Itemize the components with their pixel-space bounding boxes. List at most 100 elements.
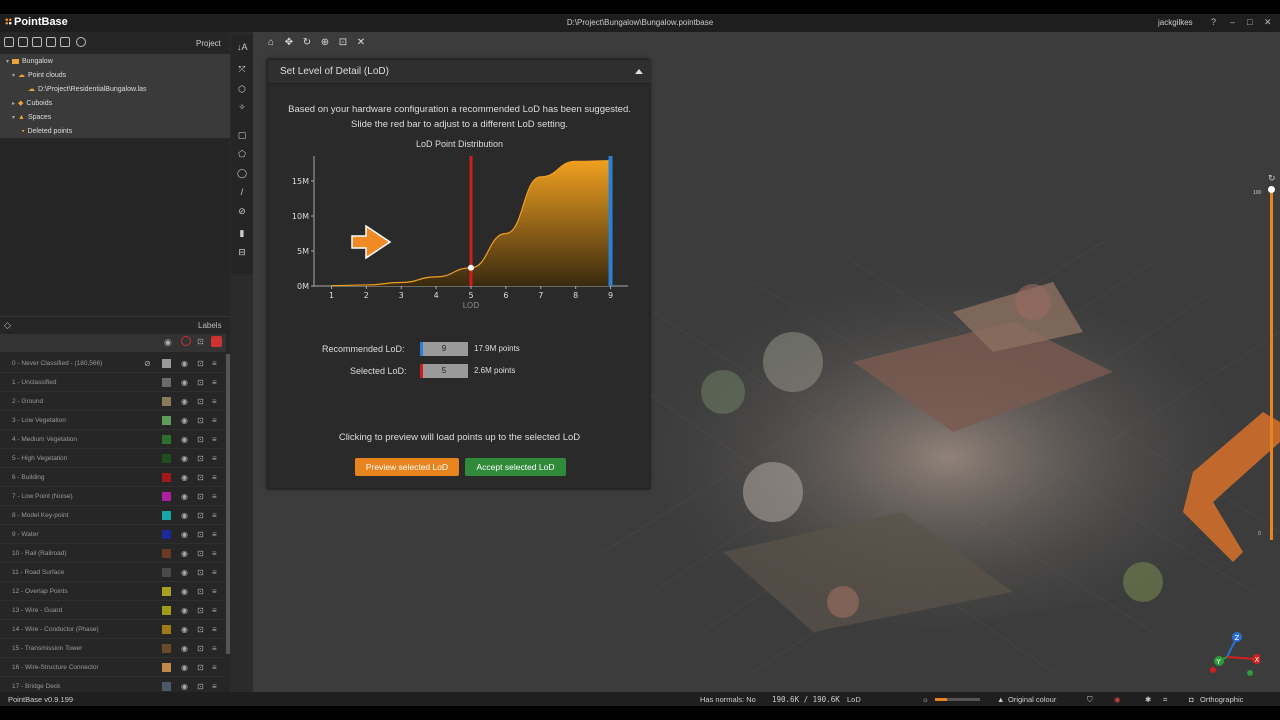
lock-icon[interactable]: ⊡ xyxy=(197,411,204,430)
menu-icon[interactable]: ≡ xyxy=(212,601,217,620)
magic-icon[interactable]: ✧ xyxy=(237,102,247,112)
sort-icon[interactable]: ↓A xyxy=(237,42,248,52)
lock-icon[interactable]: ⊡ xyxy=(197,639,204,658)
label-color-swatch[interactable] xyxy=(162,492,171,501)
label-row[interactable]: 4 - Medium Vegetation ◉ ⊡ ≡ xyxy=(0,430,226,449)
label-row[interactable]: 1 - Unclassified ◉ ⊡ ≡ xyxy=(0,373,226,392)
label-color-swatch[interactable] xyxy=(162,625,171,634)
eye-icon[interactable]: ◉ xyxy=(181,468,188,487)
labels-scrollbar[interactable] xyxy=(226,354,230,654)
label-row[interactable]: 11 - Road Surface ◉ ⊡ ≡ xyxy=(0,563,226,582)
lod-chart[interactable]: 0M 5M 10M 15M 1 2 3 4 5 6 7 8 9 LOD xyxy=(278,152,638,317)
3d-viewport[interactable]: ⌂ ✥ ↻ ⊕ ⊡ ✕ Set Level of Detail (LoD) Ba… xyxy=(253,32,1280,706)
label-row[interactable]: 16 - Wire-Structure Connector ◉ ⊡ ≡ xyxy=(0,658,226,677)
menu-icon[interactable]: ≡ xyxy=(212,620,217,639)
lock-icon[interactable]: ⊡ xyxy=(197,506,204,525)
lod-status-label[interactable]: LoD xyxy=(847,695,861,704)
label-color-swatch[interactable] xyxy=(162,530,171,539)
menu-icon[interactable]: ≡ xyxy=(212,658,217,677)
menu-icon[interactable]: ≡ xyxy=(212,430,217,449)
hidden-icon[interactable]: ⊘ xyxy=(144,354,151,373)
caret-icon[interactable]: ▾ xyxy=(12,69,15,83)
maximize-icon[interactable]: □ xyxy=(1247,17,1252,27)
home-icon[interactable]: ⌂ xyxy=(265,37,277,49)
box-select-icon[interactable]: ▢ xyxy=(237,130,247,140)
label-row[interactable]: 14 - Wire - Conductor (Phase) ◉ ⊡ ≡ xyxy=(0,620,226,639)
close-icon[interactable]: ✕ xyxy=(1264,17,1272,28)
hide-selection-icon[interactable]: ⊘ xyxy=(237,206,247,216)
label-color-swatch[interactable] xyxy=(162,549,171,558)
lock-icon[interactable]: ⊡ xyxy=(197,563,204,582)
label-row[interactable]: 6 - Building ◉ ⊡ ≡ xyxy=(0,468,226,487)
lock-icon[interactable]: ⊡ xyxy=(197,449,204,468)
tree-item-deleted-points[interactable]: ▪ Deleted points xyxy=(22,125,72,139)
tree-item-spaces[interactable]: ▾ ▲ Spaces xyxy=(12,111,51,125)
label-row[interactable]: 3 - Low Vegetation ◉ ⊡ ≡ xyxy=(0,411,226,430)
settings-gear-icon[interactable] xyxy=(76,37,86,47)
eye-icon[interactable]: ◉ xyxy=(181,354,188,373)
label-row[interactable]: 8 - Model Key-point ◉ ⊡ ≡ xyxy=(0,506,226,525)
label-color-swatch[interactable] xyxy=(162,644,171,653)
slider-handle[interactable] xyxy=(1268,186,1275,193)
lock-icon[interactable]: ⊡ xyxy=(197,658,204,677)
warning-icon[interactable]: ◉ xyxy=(1114,695,1121,704)
eye-icon[interactable]: ◉ xyxy=(181,658,188,677)
minimize-icon[interactable]: – xyxy=(1230,17,1235,27)
caret-icon[interactable]: ▸ xyxy=(12,97,15,111)
accept-lod-button[interactable]: Accept selected LoD xyxy=(465,458,566,476)
colour-mode-select[interactable]: Original colour xyxy=(1008,695,1056,704)
polygon-select-icon[interactable]: ⬠ xyxy=(237,149,247,159)
label-color-swatch[interactable] xyxy=(162,606,171,615)
label-row[interactable]: 2 - Ground ◉ ⊡ ≡ xyxy=(0,392,226,411)
hide-all-icon[interactable] xyxy=(181,336,191,346)
expand-icon[interactable]: ⤧ xyxy=(237,64,247,74)
open-folder-icon[interactable] xyxy=(18,37,28,47)
eye-icon[interactable]: ◉ xyxy=(181,639,188,658)
brush-icon[interactable]: / xyxy=(237,187,247,197)
menu-icon[interactable]: ≡ xyxy=(212,373,217,392)
lock-icon[interactable]: ⊡ xyxy=(197,337,204,346)
eye-icon[interactable]: ◉ xyxy=(181,544,188,563)
lock-icon[interactable]: ⊡ xyxy=(197,354,204,373)
reset-icon[interactable]: ↻ xyxy=(1268,173,1276,184)
settings-icon[interactable]: ✱ xyxy=(1145,695,1151,704)
menu-icon[interactable]: ≡ xyxy=(212,354,217,373)
brightness-slider[interactable] xyxy=(935,698,980,701)
menu-icon[interactable]: ≡ xyxy=(212,449,217,468)
help-button[interactable]: ? xyxy=(1211,17,1216,27)
lock-icon[interactable]: ⊡ xyxy=(197,468,204,487)
lock-icon[interactable]: ⊡ xyxy=(197,373,204,392)
menu-icon[interactable]: ≡ xyxy=(212,468,217,487)
lock-icon[interactable]: ⊡ xyxy=(197,487,204,506)
eye-icon[interactable]: ◉ xyxy=(181,525,188,544)
delete-icon[interactable]: ▮ xyxy=(237,228,247,238)
label-row[interactable]: 15 - Transmission Tower ◉ ⊡ ≡ xyxy=(0,639,226,658)
collapse-icon[interactable] xyxy=(635,69,643,74)
label-color-swatch[interactable] xyxy=(162,663,171,672)
grid-icon[interactable]: ⌗ xyxy=(1163,695,1167,705)
menu-icon[interactable]: ≡ xyxy=(212,582,217,601)
zoom-icon[interactable]: ⊕ xyxy=(319,37,331,49)
close-view-icon[interactable]: ✕ xyxy=(355,37,367,49)
shield-icon[interactable]: ⛉ xyxy=(1087,695,1093,705)
label-row[interactable]: 0 - Never Classified - (180,566) ◉ ⊡ ≡ ⊘ xyxy=(0,354,226,373)
lasso-icon[interactable]: ◯ xyxy=(237,168,247,178)
eye-icon[interactable]: ◉ xyxy=(181,620,188,639)
point-size-slider[interactable]: ↻ 100 0 xyxy=(1253,173,1276,560)
cube-icon[interactable]: ⬡ xyxy=(237,84,247,94)
menu-icon[interactable]: ≡ xyxy=(212,525,217,544)
menu-icon[interactable]: ≡ xyxy=(212,506,217,525)
alert-icon[interactable] xyxy=(211,336,222,347)
save-icon[interactable] xyxy=(32,37,42,47)
tree-item-point-clouds[interactable]: ▾ ☁ Point clouds xyxy=(12,69,66,83)
label-color-swatch[interactable] xyxy=(162,587,171,596)
label-row[interactable]: 13 - Wire - Guard ◉ ⊡ ≡ xyxy=(0,601,226,620)
caret-icon[interactable]: ▾ xyxy=(6,55,9,69)
lock-icon[interactable]: ⊡ xyxy=(197,601,204,620)
eye-icon[interactable]: ◉ xyxy=(181,392,188,411)
new-file-icon[interactable] xyxy=(4,37,14,47)
projection-select[interactable]: Orthographic xyxy=(1200,695,1243,704)
export-icon[interactable] xyxy=(60,37,70,47)
dialog-header[interactable]: Set Level of Detail (LoD) xyxy=(268,60,651,84)
label-color-swatch[interactable] xyxy=(162,397,171,406)
